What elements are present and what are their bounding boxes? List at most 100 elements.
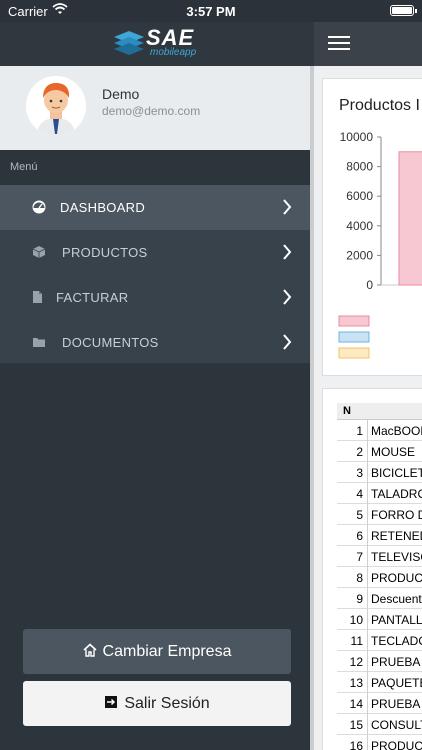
row-number: 14: [349, 697, 363, 711]
row-product-name: TALADRO: [371, 487, 422, 501]
table-row[interactable]: 14 PRUEBA L: [337, 693, 422, 714]
table-row[interactable]: 8 PRODUCT: [337, 567, 422, 588]
chevron-right-icon: [283, 289, 292, 305]
row-product-name: PANTALLA: [371, 613, 422, 627]
change-company-label: Cambiar Empresa: [102, 643, 232, 660]
table-row[interactable]: 7 TELEVISO: [337, 546, 422, 567]
home-icon: [82, 643, 97, 657]
row-number: 11: [350, 634, 363, 648]
row-number: 12: [349, 655, 363, 669]
column-divider: [367, 462, 368, 483]
battery-icon: [390, 5, 417, 16]
dashboard-icon: [32, 200, 46, 214]
row-product-name: FORRO DI: [371, 508, 422, 522]
column-divider: [367, 714, 368, 735]
column-divider: [367, 609, 368, 630]
row-number: 4: [356, 487, 363, 501]
table-row[interactable]: 10 PANTALLA: [337, 609, 422, 630]
column-divider: [367, 735, 368, 750]
row-number: 1: [356, 424, 363, 438]
column-divider: [367, 672, 368, 693]
column-divider: [367, 630, 368, 651]
legend-swatch: [338, 347, 370, 359]
table-row[interactable]: 9 Descuent: [337, 588, 422, 609]
row-number: 6: [356, 529, 363, 543]
chevron-right-icon: [283, 244, 292, 260]
menu-item-productos[interactable]: PRODUCTOS: [0, 230, 310, 275]
menu-item-label: PRODUCTOS: [62, 245, 148, 260]
y-tick-label: 0: [366, 278, 373, 292]
chevron-right-icon: [283, 199, 292, 215]
menu-list: DASHBOARD PRODUCTOS FACTURAR DOCUMENTOS: [0, 185, 310, 363]
column-divider: [367, 441, 368, 462]
menu-item-facturar[interactable]: FACTURAR: [0, 275, 310, 320]
menu-item-documentos[interactable]: DOCUMENTOS: [0, 320, 310, 365]
table-row[interactable]: 4 TALADRO: [337, 483, 422, 504]
row-number: 2: [356, 445, 363, 459]
row-number: 13: [349, 676, 363, 690]
table-row[interactable]: 2 MOUSE: [337, 441, 422, 462]
y-tick-label: 8000: [346, 160, 373, 174]
row-product-name: PAQUETE: [371, 676, 422, 690]
table-row[interactable]: 6 RETENED: [337, 525, 422, 546]
cube-icon: [32, 246, 46, 258]
row-product-name: MacBOOK: [371, 424, 422, 438]
column-divider: [367, 588, 368, 609]
bar: [398, 151, 422, 286]
row-number: 15: [349, 718, 363, 732]
main-content: Productos I 10000 8000 6000 4000 2000 0 N 1 Ma…: [310, 0, 422, 750]
change-company-button[interactable]: Cambiar Empresa: [23, 629, 291, 674]
chevron-right-icon: [283, 334, 292, 350]
sign-out-icon: [105, 695, 118, 708]
row-number: 16: [349, 739, 363, 750]
row-product-name: TELEVISO: [371, 550, 422, 564]
status-bar: Carrier 3:57 PM: [0, 0, 422, 22]
row-product-name: BICICLETA: [371, 466, 422, 480]
folder-icon: [33, 338, 45, 347]
legend-swatch: [338, 331, 370, 343]
menu-item-label: DASHBOARD: [60, 200, 146, 215]
row-product-name: CONSULT: [371, 718, 422, 732]
table-row[interactable]: 5 FORRO DI: [337, 504, 422, 525]
table-row[interactable]: 16 PRODUCT: [337, 735, 422, 750]
books-logo-icon: [114, 31, 144, 55]
menu-item-label: FACTURAR: [56, 290, 129, 305]
row-product-name: Descuent: [371, 592, 422, 606]
row-product-name: TECLADO: [371, 634, 422, 648]
row-number: 8: [356, 571, 363, 585]
legend-swatch: [338, 315, 370, 327]
table-row[interactable]: 1 MacBOOK: [337, 420, 422, 441]
column-divider: [367, 546, 368, 567]
user-avatar-icon: [26, 76, 86, 136]
hamburger-menu-icon[interactable]: [328, 36, 350, 50]
profile-section: Demo demo@demo.com: [0, 66, 310, 150]
row-product-name: RETENED: [371, 529, 422, 543]
column-divider: [367, 651, 368, 672]
row-product-name: PRUEBA P: [371, 655, 422, 669]
table-row[interactable]: 12 PRUEBA P: [337, 651, 422, 672]
menu-item-dashboard[interactable]: DASHBOARD: [0, 185, 310, 230]
table-row[interactable]: 15 CONSULT: [337, 714, 422, 735]
table-row[interactable]: 13 PAQUETE: [337, 672, 422, 693]
side-drawer: SAE mobileapp Demo demo@demo.com Menú DA…: [0, 0, 310, 750]
table-row[interactable]: 3 BICICLETA: [337, 462, 422, 483]
row-number: 10: [349, 613, 363, 627]
table-header-n: N: [343, 405, 351, 417]
row-product-name: PRODUCT: [371, 739, 422, 750]
table-row[interactable]: 11 TECLADO: [337, 630, 422, 651]
y-tick-label: 4000: [346, 219, 373, 233]
column-divider: [367, 483, 368, 504]
logout-button[interactable]: Salir Sesión: [23, 681, 291, 726]
row-number: 7: [356, 550, 363, 564]
table-header: N: [337, 403, 422, 420]
status-time: 3:57 PM: [186, 4, 236, 19]
profile-email: demo@demo.com: [102, 104, 201, 118]
row-product-name: MOUSE: [371, 445, 416, 459]
sae-logo: SAE mobileapp: [112, 25, 202, 61]
column-divider: [367, 693, 368, 714]
avatar: [26, 76, 86, 136]
products-chart: 10000 8000 6000 4000 2000 0: [338, 130, 422, 359]
profile-name: Demo: [102, 86, 140, 102]
logout-label: Salir Sesión: [124, 695, 210, 712]
row-number: 9: [356, 592, 363, 606]
